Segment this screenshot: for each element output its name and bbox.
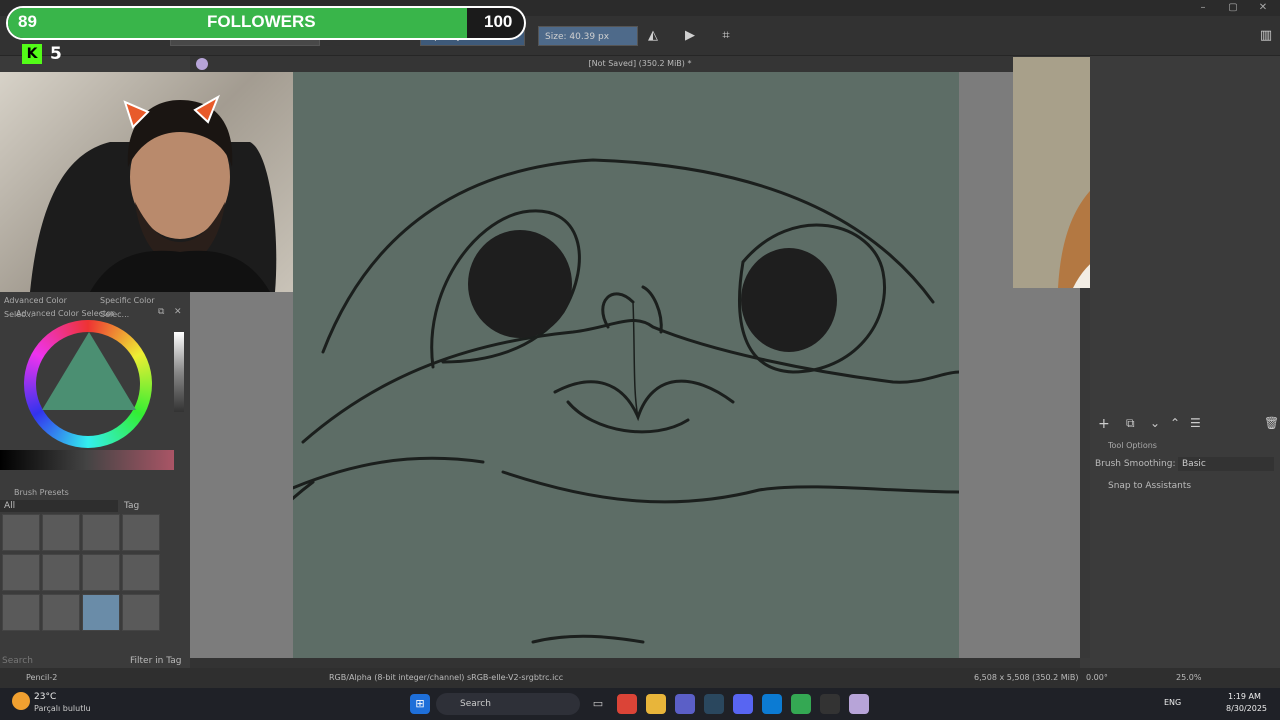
current-tool: Pencil-2: [26, 673, 58, 682]
edge-icon[interactable]: [762, 694, 782, 714]
steam-icon[interactable]: [704, 694, 724, 714]
color-selector-title: Advanced Color Selector: [16, 309, 115, 318]
color-history-strip[interactable]: [174, 332, 184, 412]
filter-in-tag-checkbox[interactable]: Filter in Tag: [130, 656, 190, 666]
brush-smoothing-select[interactable]: Basic: [1178, 457, 1274, 471]
obs-icon[interactable]: [820, 694, 840, 714]
workspace-icon[interactable]: ▥: [1258, 26, 1274, 46]
brush-presets-title: Brush Presets: [14, 488, 69, 497]
brush-smoothing-label: Brush Smoothing:: [1095, 459, 1176, 469]
close-panel-icon[interactable]: ✕: [174, 307, 184, 317]
start-icon[interactable]: ⊞: [410, 694, 430, 714]
drawing-canvas[interactable]: [220, 72, 961, 658]
brush-preset[interactable]: [42, 594, 80, 631]
tab-specific-color-selector[interactable]: Specific Color Selec...: [100, 294, 186, 319]
followers-goal: 100: [484, 12, 513, 31]
document-tab[interactable]: [Not Saved] (350.2 MiB) *: [190, 56, 1090, 72]
kick-count: 5: [50, 44, 62, 64]
brush-preset[interactable]: [122, 514, 160, 551]
brush-preset[interactable]: [42, 554, 80, 591]
webcam-overlay: [0, 72, 293, 292]
tab-advanced-color-selector[interactable]: Advanced Color Selec...: [4, 294, 96, 319]
close-button[interactable]: ✕: [1248, 0, 1278, 16]
chrome-beta-icon[interactable]: [791, 694, 811, 714]
brush-preset-selected[interactable]: [82, 594, 120, 631]
brush-tag-button[interactable]: Tag: [124, 500, 154, 512]
taskbar: 23°C Parçalı bulutlu ⊞ Search ▭ ENG 1:19…: [0, 688, 1280, 720]
move-up-icon[interactable]: ⌃: [1170, 416, 1180, 430]
tool-options-title: Tool Options: [1108, 441, 1157, 450]
owl-sketch: [220, 158, 961, 654]
weather-icon[interactable]: [12, 692, 30, 710]
file-explorer-icon[interactable]: [646, 694, 666, 714]
brush-preset[interactable]: [2, 594, 40, 631]
brush-preset[interactable]: [82, 514, 120, 551]
chrome-icon[interactable]: [617, 694, 637, 714]
right-dock: + ⧉ ⌄ ⌃ ☰ 🗑 Tool Options Brush Smoothing…: [1090, 56, 1280, 668]
temperature[interactable]: 23°C: [34, 692, 56, 702]
language-indicator[interactable]: ENG: [1164, 698, 1181, 707]
brush-search-input[interactable]: Search: [2, 656, 122, 666]
delete-layer-icon[interactable]: 🗑: [1264, 416, 1279, 430]
add-layer-icon[interactable]: +: [1098, 416, 1110, 432]
krita-icon: [196, 58, 208, 70]
brush-preset[interactable]: [2, 514, 40, 551]
layer-properties-icon[interactable]: ☰: [1190, 416, 1201, 430]
clock-time[interactable]: 1:19 AM: [1228, 692, 1261, 701]
clock-date[interactable]: 8/30/2025: [1226, 704, 1267, 713]
maximize-button[interactable]: ▢: [1218, 0, 1248, 16]
wrap-around-icon[interactable]: ⌗: [718, 26, 734, 46]
weather-description[interactable]: Parçalı bulutlu: [34, 704, 91, 713]
horizontal-scrollbar[interactable]: [190, 658, 1080, 668]
rotation-value[interactable]: 0.00°: [1086, 668, 1108, 688]
canvas-dimensions: 6,508 x 5,508 (350.2 MiB): [974, 673, 1079, 682]
krita-taskbar-icon[interactable]: [849, 694, 869, 714]
brush-preset[interactable]: [82, 554, 120, 591]
brush-filter-select[interactable]: All: [0, 500, 118, 512]
snap-to-assistants-checkbox[interactable]: Snap to Assistants: [1108, 481, 1191, 491]
taskbar-search[interactable]: Search: [436, 693, 580, 715]
followers-current: 89: [18, 12, 37, 31]
brush-preset[interactable]: [122, 594, 160, 631]
brush-preset[interactable]: [2, 554, 40, 591]
brush-grid: [2, 514, 162, 654]
color-triangle[interactable]: [40, 330, 138, 414]
status-bar: Pencil-2 RGB/Alpha (8-bit integer/channe…: [0, 668, 1280, 688]
brush-preset[interactable]: [122, 554, 160, 591]
minimize-button[interactable]: –: [1188, 0, 1218, 16]
followers-label: FOLLOWERS: [207, 12, 316, 31]
kick-logo-icon: K: [22, 44, 42, 64]
teams-icon[interactable]: [675, 694, 695, 714]
mirror-horizontal-icon[interactable]: ◭: [645, 26, 661, 46]
color-space-info: RGB/Alpha (8-bit integer/channel) sRGB-e…: [329, 673, 564, 682]
brush-preset[interactable]: [42, 514, 80, 551]
discord-icon[interactable]: [733, 694, 753, 714]
left-dock: Advanced Color Selec... Specific Color S…: [0, 292, 190, 668]
color-gradient-bar[interactable]: [0, 450, 174, 470]
mirror-vertical-icon[interactable]: ▶: [682, 26, 698, 46]
task-view-icon[interactable]: ▭: [588, 694, 608, 714]
zoom-level[interactable]: 25.0%: [1176, 668, 1201, 688]
float-panel-icon[interactable]: ⧉: [158, 307, 168, 317]
size-slider[interactable]: Size: 40.39 px: [538, 26, 638, 46]
move-down-icon[interactable]: ⌄: [1150, 416, 1160, 430]
duplicate-layer-icon[interactable]: ⧉: [1126, 416, 1135, 431]
